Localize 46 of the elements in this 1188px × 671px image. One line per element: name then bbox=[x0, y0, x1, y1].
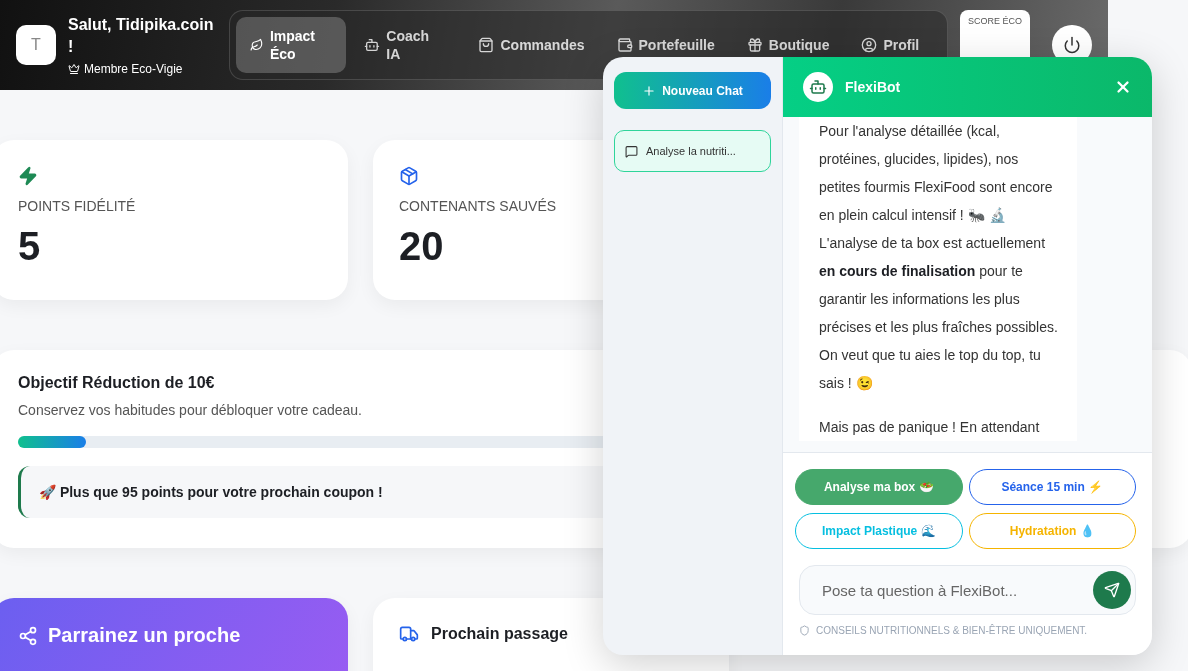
bot-name: FlexiBot bbox=[845, 79, 901, 95]
bag-icon bbox=[478, 37, 495, 53]
suggestion-chip[interactable]: Séance 15 min ⚡ bbox=[968, 469, 1136, 505]
chat-bubble-icon bbox=[625, 144, 638, 158]
share-icon bbox=[18, 625, 38, 646]
plus-icon bbox=[642, 83, 657, 98]
wallet-icon bbox=[616, 37, 633, 53]
nav-tab[interactable]: Boutique bbox=[732, 17, 844, 73]
stat-value: 20 bbox=[399, 224, 445, 269]
nav-tab[interactable]: Coach IA bbox=[350, 17, 461, 73]
greeting: Salut, Tidipika.coin ! bbox=[68, 15, 215, 57]
nav-tab[interactable]: Impact Éco bbox=[236, 17, 347, 73]
pickup-title: Prochain passage bbox=[431, 625, 568, 643]
power-icon bbox=[1063, 36, 1082, 54]
close-button[interactable] bbox=[1114, 78, 1132, 96]
box-icon bbox=[399, 166, 419, 186]
message-text: Pour l'analyse détaillée (kcal, protéines, glucides, lipides), nos petites fourmis FlexiFood sont encore en plein calcul intensif ! 🐜 🔬 L'analyse de ta box est actuellement en cours de finalisation pour te garantir les informations les plus précises et les plus fraîches possibles. On veut que tu aies le top du top, tu sais ! 😉 bbox=[819, 122, 1059, 393]
send-icon bbox=[1104, 582, 1120, 598]
lightning-icon bbox=[18, 166, 38, 186]
message-text: Mais pas de panique ! En attendant bbox=[819, 418, 1041, 437]
user-icon bbox=[861, 37, 878, 53]
nav-tab[interactable]: Portefeuille bbox=[602, 17, 729, 73]
truck-icon bbox=[399, 624, 419, 644]
message-input-box[interactable]: Pose ta question à FlexiBot... bbox=[799, 565, 1136, 615]
avatar: T bbox=[16, 25, 56, 65]
new-chat-button[interactable]: Nouveau Chat bbox=[614, 72, 771, 109]
nav-tab[interactable]: Commandes bbox=[464, 17, 599, 73]
stat-label: POINTS FIDÉLITÉ bbox=[18, 198, 137, 214]
nav-tab[interactable]: Profil bbox=[847, 17, 934, 73]
disclaimer: CONSEILS NUTRITIONNELS & BIEN-ÊTRE UNIQUEMENT. bbox=[816, 625, 1088, 636]
stat-label: CONTENANTS SAUVÉS bbox=[399, 198, 558, 214]
shield-icon bbox=[799, 625, 810, 636]
crown-icon bbox=[68, 63, 80, 75]
goal-title: Objectif Réduction de 10€ bbox=[18, 374, 215, 392]
gift-icon bbox=[746, 37, 763, 53]
robot-icon bbox=[809, 78, 827, 96]
robot-icon bbox=[364, 37, 381, 53]
stat-value: 5 bbox=[18, 224, 42, 269]
referral-title: Parrainez un proche bbox=[48, 624, 241, 647]
send-button[interactable] bbox=[1093, 571, 1131, 609]
close-icon bbox=[1114, 78, 1132, 96]
goal-subtitle: Conservez vos habitudes pour débloquer votre cadeau. bbox=[18, 402, 362, 418]
question-field[interactable]: Pose ta question à FlexiBot... bbox=[820, 580, 1093, 600]
leaf-icon bbox=[250, 37, 264, 53]
member-label: Membre Eco-Vigie bbox=[84, 62, 183, 76]
chat-history-item[interactable]: Analyse la nutriti... bbox=[614, 130, 771, 172]
